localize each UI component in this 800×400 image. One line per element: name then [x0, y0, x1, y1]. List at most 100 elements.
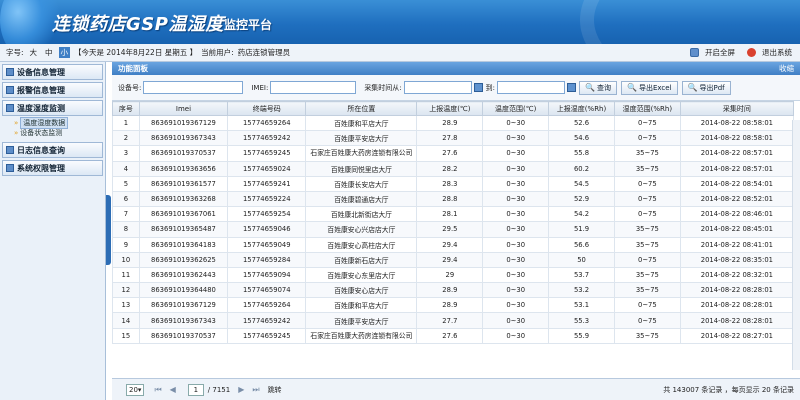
table-row[interactable]: 7 863691019367061 15774659254 百姓康北新街店大厅 28.1… [112, 206, 795, 223]
sidebar-item-monitoring[interactable]: 温度湿度监测 [2, 100, 103, 116]
cell-location: 百姓康碧通店大厅 [305, 190, 418, 208]
cell-terminal: 15774659264 [227, 114, 307, 132]
col-index[interactable]: 序号 [112, 101, 140, 116]
cell-index: 4 [112, 160, 140, 177]
cell-location: 百姓康北新街店大厅 [305, 206, 418, 223]
table-row[interactable]: 11 863691019362443 15774659094 百姓康安心东里店大厅 29… [112, 266, 795, 284]
cell-time: 2014-08-22 08:58:01 [679, 130, 795, 147]
cell-temp-range: 0~30 [482, 206, 550, 223]
col-humidity-range[interactable]: 湿度范围(%Rh) [613, 101, 681, 116]
cell-humidity-range: 35~75 [613, 327, 681, 344]
table-row[interactable]: 8 863691019365487 15774659046 百姓康安心兴店店大厅 29.… [112, 221, 795, 238]
cell-temp: 28.3 [416, 175, 484, 192]
calendar-icon[interactable] [473, 83, 483, 92]
fullscreen-button[interactable]: 开启全屏 [690, 47, 739, 58]
cell-terminal: 15774659284 [227, 251, 307, 268]
col-time[interactable]: 采集时间 [679, 101, 795, 116]
sub-item-temp-humidity-data[interactable]: » 温度湿度数据 [14, 117, 105, 129]
export-pdf-button[interactable]: 🔍 导出Pdf [681, 80, 731, 95]
cell-humidity: 55.9 [548, 327, 615, 344]
arrow-icon: » [14, 119, 19, 127]
sidebar-item-device[interactable]: 设备信息管理 [2, 64, 103, 80]
time-to-input[interactable] [497, 81, 566, 94]
cell-time: 2014-08-22 08:35:01 [679, 251, 795, 268]
font-size-label: 字号: [6, 48, 24, 57]
date-text: 【今天是 2014年8月22日 星期五 】 [74, 48, 198, 57]
table-row[interactable]: 13 863691019367129 15774659264 百姓康和平店大厅 28.9… [112, 297, 795, 314]
table-row[interactable]: 10 863691019362625 15774659284 百姓康新石店大厅 29.4… [112, 251, 795, 268]
next-page-icon[interactable]: ▶ [238, 385, 244, 394]
sidebar-item-permissions[interactable]: 系统权限管理 [2, 160, 103, 176]
cell-time: 2014-08-22 08:41:01 [679, 236, 795, 253]
device-input[interactable] [143, 81, 244, 94]
table-row[interactable]: 3 863691019370537 15774659245 石家庄百姓康大药房连锁有限… [112, 145, 795, 162]
table-scrollbar[interactable] [792, 120, 800, 370]
page-input[interactable]: 1 [187, 383, 204, 396]
table-row[interactable]: 5 863691019361577 15774659241 百姓康长安店大厅 28.3 0… [112, 175, 795, 192]
export-excel-button[interactable]: 🔍 导出Excel [621, 80, 678, 95]
col-humidity[interactable]: 上报湿度(%Rh) [548, 101, 615, 116]
col-location[interactable]: 所在位置 [305, 101, 418, 116]
search-bar: 设备号: IMEI: 采集时间从: 到: 🔍 查询 🔍 导出Excel 🔍 导出… [112, 75, 800, 101]
prev-page-icon[interactable]: ◀ [170, 385, 176, 394]
logout-button[interactable]: 退出系统 [747, 47, 796, 58]
table-row[interactable]: 9 863691019364183 15774659049 百姓康安心高柱店大厅 29.… [112, 236, 795, 253]
fullscreen-icon [690, 48, 699, 57]
col-imei[interactable]: Imei [138, 101, 229, 116]
panel-header: 功能面板 收缩 [112, 62, 800, 75]
cell-location: 石家庄百姓康大药房连锁有限公司 [305, 145, 418, 162]
calendar-icon[interactable] [567, 83, 577, 92]
cell-imei: 863691019362443 [138, 266, 229, 284]
cell-temp: 27.7 [416, 312, 484, 329]
font-size-small[interactable]: 小 [58, 47, 71, 58]
last-page-icon[interactable]: ⏭ [252, 385, 259, 395]
cell-humidity-range: 35~75 [613, 236, 681, 253]
panel-collapse-button[interactable]: 收缩 [779, 63, 794, 74]
time-from-input[interactable] [403, 81, 472, 94]
col-temp[interactable]: 上报温度(℃) [416, 101, 484, 116]
sidebar-item-logs[interactable]: 日志信息查询 [2, 142, 103, 158]
cell-index: 12 [112, 282, 140, 299]
table-row[interactable]: 14 863691019367343 15774659242 百姓康平安店大厅 27.7… [112, 312, 795, 329]
cell-imei: 863691019367129 [138, 114, 229, 132]
cell-index: 9 [112, 236, 140, 253]
cell-imei: 863691019363268 [138, 190, 229, 208]
cell-location: 百姓康平安店大厅 [305, 130, 418, 147]
user-label: 当前用户: [201, 48, 234, 57]
sidebar-item-label: 日志信息查询 [17, 145, 65, 155]
arrow-icon: » [14, 129, 19, 137]
sidebar-collapse-handle[interactable] [106, 195, 111, 265]
sidebar: 设备信息管理 报警信息管理 温度湿度监测 » 温度湿度数据 » 设备状态监测 日… [0, 62, 106, 400]
table-header-row: 序号 Imei 终端号码 所在位置 上报温度(℃) 温度范围(℃) 上报湿度(%… [112, 101, 795, 116]
table-row[interactable]: 15 863691019370537 15774659245 石家庄百姓康大药房连锁有… [112, 327, 795, 344]
go-button[interactable]: 跳转 [268, 385, 282, 395]
cell-temp: 29.4 [416, 236, 484, 253]
table-row[interactable]: 2 863691019367343 15774659242 百姓康平安店大厅 27.8 0… [112, 130, 795, 147]
cell-time: 2014-08-22 08:54:01 [679, 175, 795, 192]
page-size-select[interactable]: 20 ▾ [126, 383, 145, 396]
sub-item-device-status[interactable]: » 设备状态监测 [14, 128, 105, 138]
table-row[interactable]: 4 863691019363656 15774659024 百姓康同悦里店大厅 28.2… [112, 160, 795, 177]
sidebar-item-alarm[interactable]: 报警信息管理 [2, 82, 103, 98]
cell-imei: 863691019365487 [138, 221, 229, 238]
cell-terminal: 15774659245 [227, 145, 307, 162]
col-terminal[interactable]: 终端号码 [227, 101, 307, 116]
table-row[interactable]: 1 863691019367129 15774659264 百姓康和平店大厅 28.9 0… [112, 114, 795, 132]
cell-humidity: 50 [548, 251, 615, 268]
first-page-icon[interactable]: ⏮ [154, 385, 161, 395]
data-table: 序号 Imei 终端号码 所在位置 上报温度(℃) 温度范围(℃) 上报湿度(%… [112, 101, 795, 344]
table-row[interactable]: 12 863691019364480 15774659074 百姓康安心店大厅 28.9… [112, 282, 795, 299]
sidebar-item-label: 温度湿度监测 [17, 103, 65, 113]
cell-temp: 28.2 [416, 160, 484, 177]
table-row[interactable]: 6 863691019363268 15774659224 百姓康碧通店大厅 28.8 0… [112, 190, 795, 208]
col-temp-range[interactable]: 温度范围(℃) [482, 101, 550, 116]
cell-index: 10 [112, 251, 140, 268]
query-button[interactable]: 🔍 查询 [579, 80, 617, 95]
cell-imei: 863691019367343 [138, 312, 229, 329]
imei-input[interactable] [270, 81, 357, 94]
pager: 20 ▾ ⏮ ◀ 1 / 7151 ▶ ⏭ 跳转 共 143007 条记录 ，每… [112, 378, 800, 400]
cell-temp-range: 0~30 [482, 282, 550, 299]
cell-humidity-range: 35~75 [613, 282, 681, 299]
font-size-large[interactable]: 大 [28, 47, 40, 58]
font-size-medium[interactable]: 中 [43, 47, 55, 58]
